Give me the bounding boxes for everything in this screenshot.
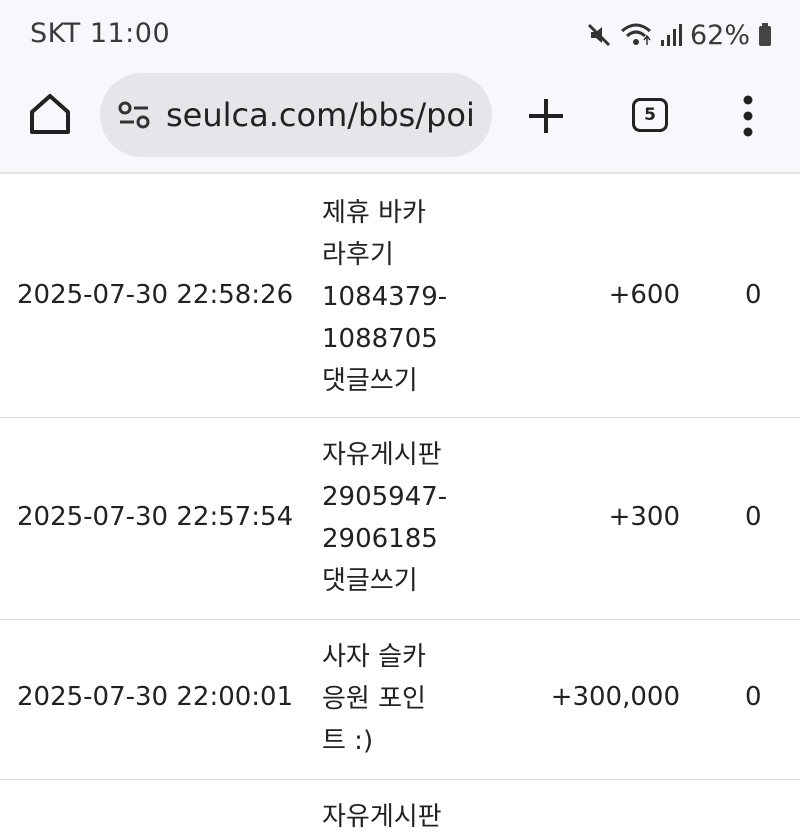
status-icons: 62%: [586, 18, 772, 52]
home-icon[interactable]: [26, 90, 74, 138]
row-date: 2025-07-30 22:57:54: [17, 502, 294, 532]
table-row: 2025-07-30 22:58:26 제휴 바카 라후기 1084379- 1…: [0, 176, 800, 418]
row-point: +300,000: [550, 682, 680, 712]
row-description: 제휴 바카 라후기 1084379- 1088705 댓글쓰기: [322, 198, 448, 396]
row-used: 0: [745, 502, 762, 532]
more-menu-icon[interactable]: [738, 94, 758, 138]
new-tab-icon[interactable]: [526, 96, 566, 136]
carrier-time: SKT 11:00: [30, 18, 171, 49]
point-history-table: 2025-07-30 22:58:26 제휴 바카 라후기 1084379- 1…: [0, 176, 800, 840]
browser-toolbar: seulca.com/bbs/poi 5: [0, 70, 800, 162]
table-row: 2025-07-30 22:57:54 자유게시판 2905947- 29061…: [0, 418, 800, 620]
row-date: 2025-07-30 22:58:26: [17, 280, 294, 310]
wifi-icon: [621, 23, 651, 45]
row-used: 0: [745, 682, 762, 712]
row-description: 사자 슬카 응원 포인 트 :): [322, 642, 426, 756]
status-bar: SKT 11:00 62%: [0, 0, 800, 70]
row-used: 0: [745, 280, 762, 310]
browser-chrome: SKT 11:00 62% seulca.com/bbs/poi 5: [0, 0, 800, 174]
table-row: 2025-07-30 22:00:01 사자 슬카 응원 포인 트 :) +30…: [0, 620, 800, 780]
table-row: 자유게시판: [0, 780, 800, 840]
row-description: 자유게시판 2905947- 2906185 댓글쓰기: [322, 440, 448, 596]
tab-count: 5: [644, 105, 656, 125]
row-point: +300: [608, 502, 680, 532]
battery-percent: 62%: [689, 19, 750, 51]
signal-icon: [660, 24, 682, 46]
row-date: 2025-07-30 22:00:01: [17, 682, 294, 712]
row-point: +600: [608, 280, 680, 310]
url-text: seulca.com/bbs/poi: [166, 96, 475, 134]
site-settings-icon[interactable]: [116, 97, 152, 133]
row-description: 자유게시판: [322, 802, 442, 832]
tab-switcher-button[interactable]: 5: [632, 98, 668, 132]
mute-icon: [587, 23, 611, 47]
address-bar[interactable]: seulca.com/bbs/poi: [100, 73, 492, 157]
battery-icon: [759, 23, 771, 46]
